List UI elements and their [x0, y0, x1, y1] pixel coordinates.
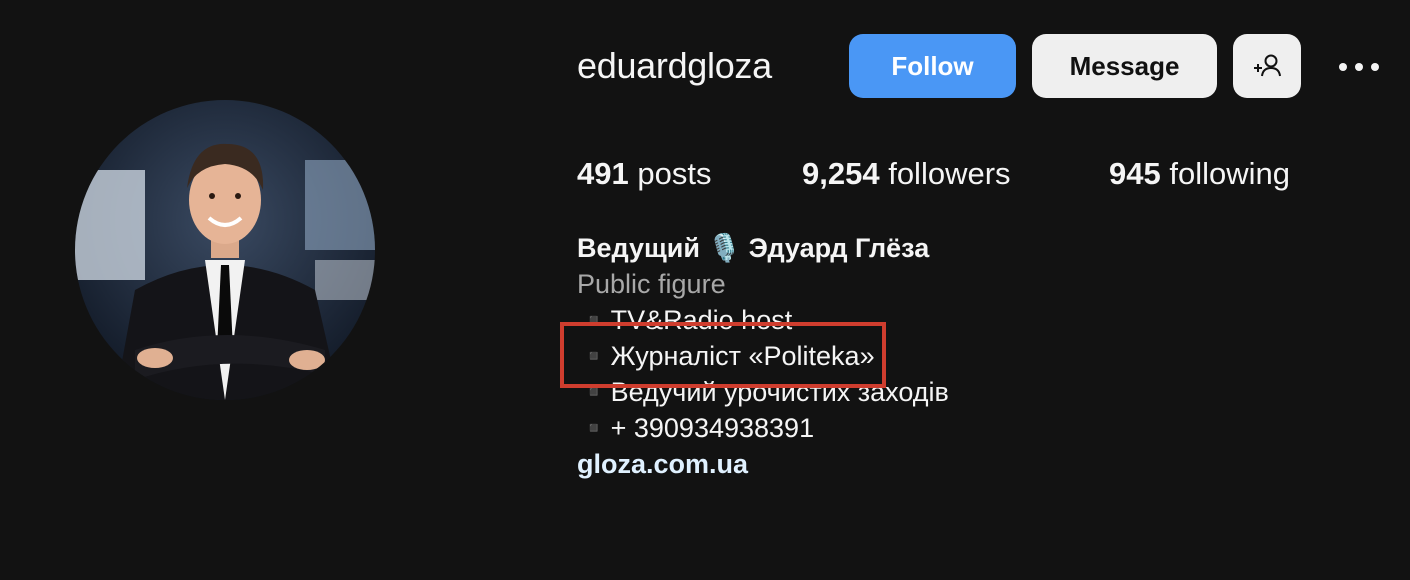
- posts-stat: 491 posts: [577, 154, 711, 194]
- posts-label: posts: [637, 156, 712, 191]
- following-count: 945: [1109, 156, 1161, 191]
- website-link[interactable]: gloza.com.ua: [577, 446, 1297, 482]
- profile-photo: [75, 100, 375, 400]
- category-label: Public figure: [577, 269, 726, 299]
- more-options-icon: [1339, 63, 1379, 71]
- following-stat[interactable]: 945 following: [1109, 154, 1290, 194]
- add-user-icon: [1254, 54, 1281, 77]
- followers-count: 9,254: [802, 156, 880, 191]
- posts-count: 491: [577, 156, 629, 191]
- followers-stat[interactable]: 9,254 followers: [802, 154, 1011, 194]
- add-user-button[interactable]: [1233, 34, 1301, 98]
- follow-button[interactable]: Follow: [849, 34, 1016, 98]
- full-name: Ведущий 🎙️ Эдуард Глёза: [577, 233, 930, 263]
- username: eduardgloza: [577, 45, 772, 86]
- bio-line: ▪️+ 390934938391: [577, 413, 815, 443]
- more-options-button[interactable]: [1332, 50, 1386, 84]
- followers-label: followers: [888, 156, 1011, 191]
- message-button[interactable]: Message: [1032, 34, 1217, 98]
- profile-avatar[interactable]: [75, 100, 375, 400]
- following-label: following: [1169, 156, 1290, 191]
- highlight-annotation-box: [560, 322, 886, 388]
